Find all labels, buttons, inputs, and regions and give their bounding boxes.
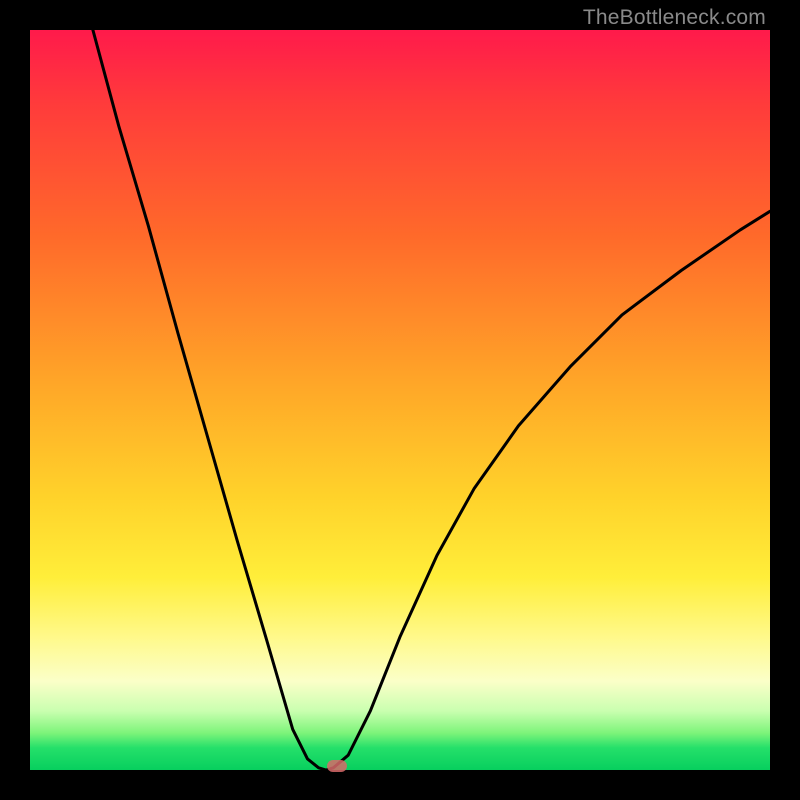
- watermark-text: TheBottleneck.com: [583, 6, 766, 30]
- bottleneck-marker: [327, 760, 347, 772]
- curve-svg: [30, 30, 770, 770]
- bottleneck-curve: [93, 30, 770, 770]
- plot-area: [30, 30, 770, 770]
- chart-stage: TheBottleneck.com: [0, 0, 800, 800]
